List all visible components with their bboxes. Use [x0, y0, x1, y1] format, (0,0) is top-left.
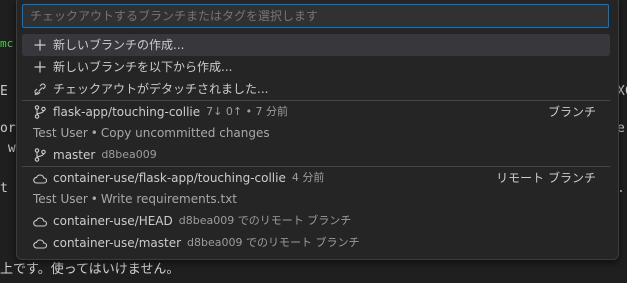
item-label: チェックアウトがデタッチされました...: [53, 82, 269, 96]
commit-author: Test User: [33, 126, 88, 140]
git-branch-icon: [33, 105, 47, 119]
remote-branch-item[interactable]: container-use/HEAD d8bea009 でのリモート ブランチ: [22, 210, 610, 232]
bullet-separator: •: [90, 192, 98, 206]
branch-search-input[interactable]: [22, 4, 609, 28]
commit-detail: Test User • Write requirements.txt: [33, 189, 610, 210]
branch-name: container-use/HEAD: [53, 214, 173, 228]
remote-branch-item[interactable]: container-use/master d8bea009 でのリモート ブラン…: [22, 232, 610, 254]
branch-description: d8bea009 でのリモート ブランチ: [178, 214, 352, 227]
branch-name: flask-app/touching-collie: [53, 105, 201, 119]
create-branch-from-item[interactable]: 新しいブランチを以下から作成...: [22, 56, 610, 78]
background-fragment: or: [0, 121, 16, 136]
branch-description: 7↓ 0↑ • 7 分前: [206, 105, 289, 118]
item-label: 新しいブランチを以下から作成...: [53, 60, 233, 74]
commit-author: Test User: [33, 192, 88, 206]
checkout-quick-pick: 新しいブランチの作成... 新しいブランチを以下から作成... チェックアウトが…: [16, 0, 619, 260]
editor-window: mc E or w t XC er . 上です。使ってはいけません。 新しいブラ…: [0, 0, 627, 283]
commit-message: Copy uncommitted changes: [100, 126, 270, 140]
commit-message: Write requirements.txt: [100, 192, 237, 206]
branch-list: 新しいブランチの作成... 新しいブランチを以下から作成... チェックアウトが…: [22, 34, 610, 254]
create-branch-item[interactable]: 新しいブランチの作成...: [22, 34, 610, 56]
bullet-separator: •: [90, 126, 98, 140]
remote-branch-item[interactable]: container-use/flask-app/touching-collie …: [22, 166, 610, 210]
cloud-icon: [33, 214, 47, 228]
branch-description: d8bea009: [101, 148, 157, 161]
branch-name: master: [53, 148, 96, 162]
background-fragment: w: [0, 141, 16, 156]
branch-name: container-use/master: [53, 236, 182, 250]
branch-item[interactable]: master d8bea009: [22, 144, 610, 166]
git-branch-icon: [33, 148, 47, 162]
cloud-icon: [33, 236, 47, 250]
background-fragment: E: [0, 84, 8, 99]
background-fragment: t: [0, 181, 8, 196]
background-text: 上です。使ってはいけません。: [0, 262, 180, 277]
commit-detail: Test User • Copy uncommitted changes: [33, 123, 610, 144]
background-fragment: mc: [0, 37, 14, 50]
branch-description: d8bea009 でのリモート ブランチ: [187, 236, 360, 249]
cloud-icon: [33, 171, 47, 185]
branch-name: container-use/flask-app/touching-collie: [53, 171, 286, 185]
branch-description: 4 分前: [291, 171, 325, 184]
branch-kind: ブランチ: [547, 105, 596, 119]
item-label: 新しいブランチの作成...: [53, 38, 185, 52]
plus-icon: [33, 60, 47, 74]
plus-icon: [33, 38, 47, 52]
branch-item[interactable]: flask-app/touching-collie 7↓ 0↑ • 7 分前 ブ…: [22, 100, 610, 144]
branch-kind: リモート ブランチ: [496, 171, 596, 185]
checkout-detached-item[interactable]: チェックアウトがデタッチされました...: [22, 78, 610, 100]
debug-disconnect-icon: [33, 82, 47, 96]
